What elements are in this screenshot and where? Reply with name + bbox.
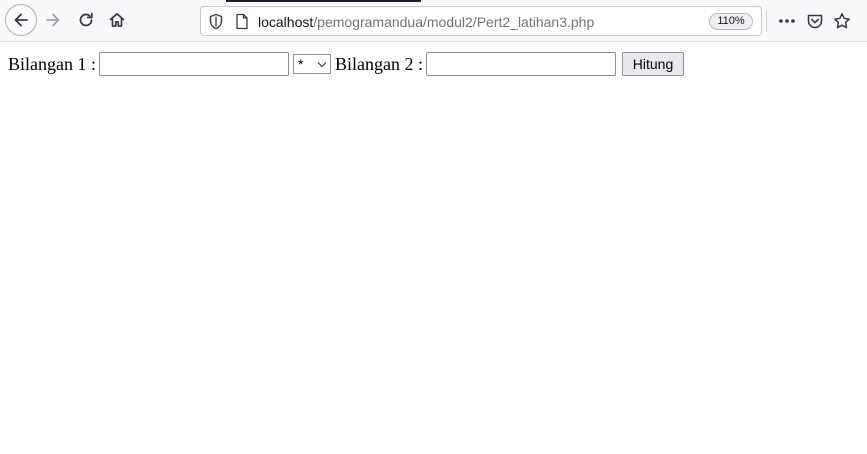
url-host: localhost	[258, 14, 314, 30]
back-arrow-icon	[14, 13, 28, 27]
home-button[interactable]	[102, 5, 132, 35]
reload-icon	[79, 12, 93, 27]
toolbar-separator	[766, 10, 767, 32]
operator-select[interactable]: *	[293, 54, 331, 74]
hitung-button[interactable]: Hitung	[622, 52, 684, 76]
pocket-icon	[807, 14, 823, 28]
bookmark-button[interactable]	[831, 10, 853, 32]
forward-button[interactable]	[38, 5, 68, 35]
forward-arrow-icon	[46, 13, 60, 27]
zoom-level-badge[interactable]: 110%	[709, 13, 753, 30]
operator-selected-value: *	[298, 56, 304, 72]
page-icon[interactable]	[235, 13, 249, 30]
more-icon	[779, 19, 795, 23]
pocket-button[interactable]	[804, 10, 826, 32]
back-button[interactable]	[5, 4, 37, 36]
chevron-down-icon	[317, 62, 327, 68]
shield-icon[interactable]	[208, 13, 224, 30]
address-bar[interactable]: localhost/pemogramandua/modul2/Pert2_lat…	[200, 6, 762, 36]
bookmark-star-icon	[834, 13, 850, 29]
url-text[interactable]: localhost/pemogramandua/modul2/Pert2_lat…	[258, 13, 594, 31]
active-tab-indicator	[226, 0, 421, 2]
bilangan1-input[interactable]	[99, 52, 289, 76]
bilangan2-label: Bilangan 2 :	[335, 54, 423, 74]
calculator-form: Bilangan 1 : * Bilangan 2 : Hitung	[8, 52, 684, 76]
browser-toolbar: localhost/pemogramandua/modul2/Pert2_lat…	[0, 0, 867, 42]
page-content: Bilangan 1 : * Bilangan 2 : Hitung	[0, 43, 867, 454]
reload-button[interactable]	[71, 5, 101, 35]
page-actions-button[interactable]	[776, 10, 798, 32]
bilangan1-label: Bilangan 1 :	[8, 54, 96, 74]
url-path: /pemogramandua/modul2/Pert2_latihan3.php	[313, 14, 595, 30]
bilangan2-input[interactable]	[426, 52, 616, 76]
home-icon	[109, 12, 125, 27]
